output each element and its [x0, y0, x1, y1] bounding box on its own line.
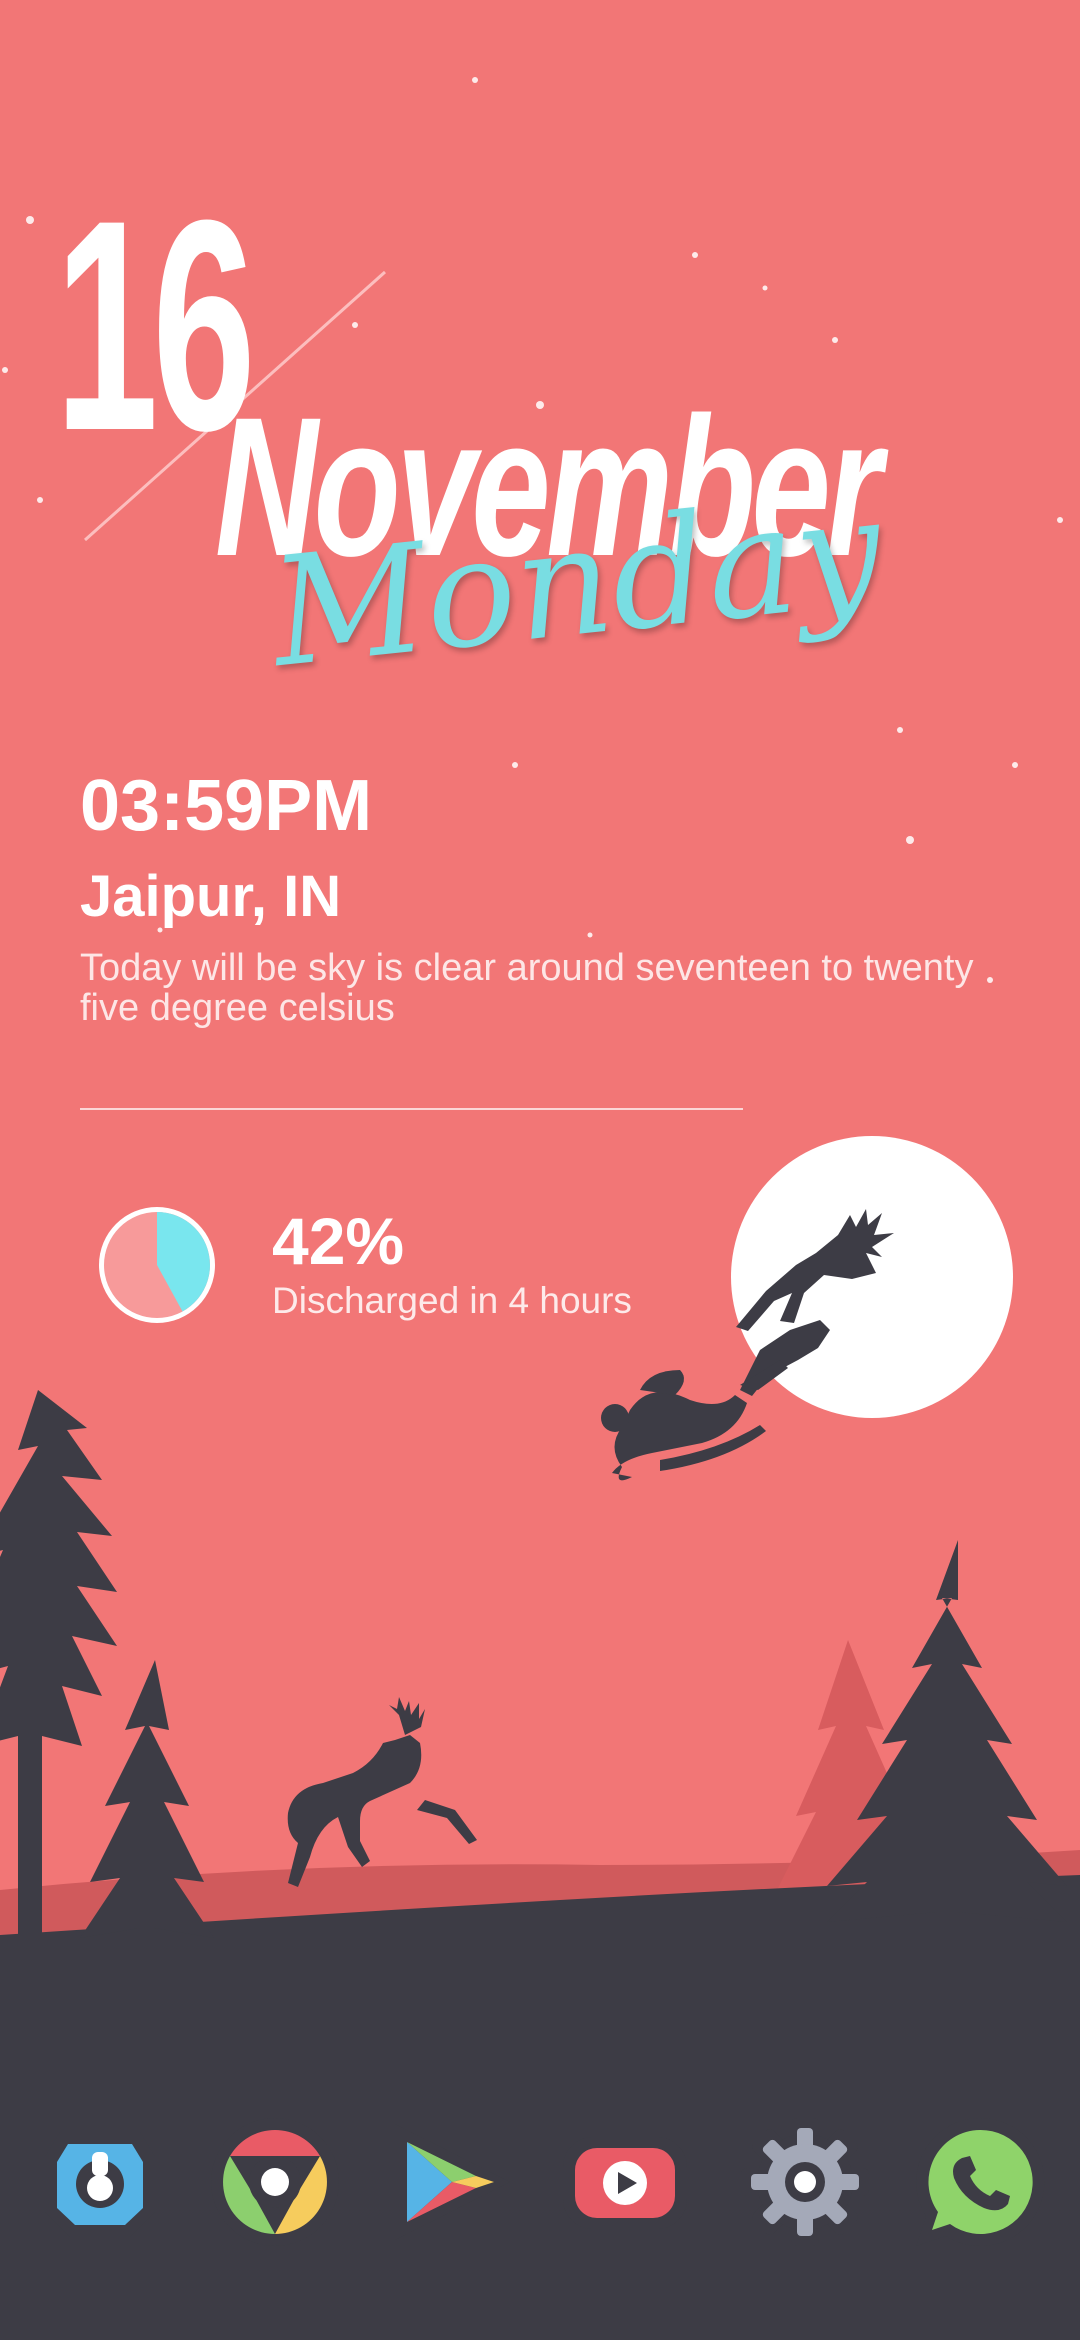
battery-status: Discharged in 4 hours	[272, 1280, 632, 1321]
pine-tree-left	[0, 1390, 214, 1998]
weather-forecast: Today will be sky is clear around sevent…	[80, 947, 974, 1029]
app-dock	[0, 2112, 1080, 2262]
chrome-icon[interactable]	[205, 2112, 345, 2252]
divider	[80, 1108, 743, 1110]
ground	[0, 1875, 1080, 2340]
battery-pie-icon	[99, 1207, 215, 1323]
settings-icon[interactable]	[735, 2112, 875, 2252]
launcher-icon[interactable]	[30, 2112, 170, 2252]
youtube-icon[interactable]	[555, 2112, 695, 2252]
clock-time[interactable]: 03:59PM	[80, 770, 372, 842]
leaping-deer-silhouette	[287, 1697, 477, 1887]
whatsapp-icon[interactable]	[910, 2112, 1050, 2252]
home-screen: 16 November Monday 03:59PM Jaipur, IN To…	[0, 0, 1080, 2340]
weather-location[interactable]: Jaipur, IN	[80, 868, 341, 926]
play-store-icon[interactable]	[380, 2112, 520, 2252]
battery-percent: 42%	[272, 1204, 405, 1278]
